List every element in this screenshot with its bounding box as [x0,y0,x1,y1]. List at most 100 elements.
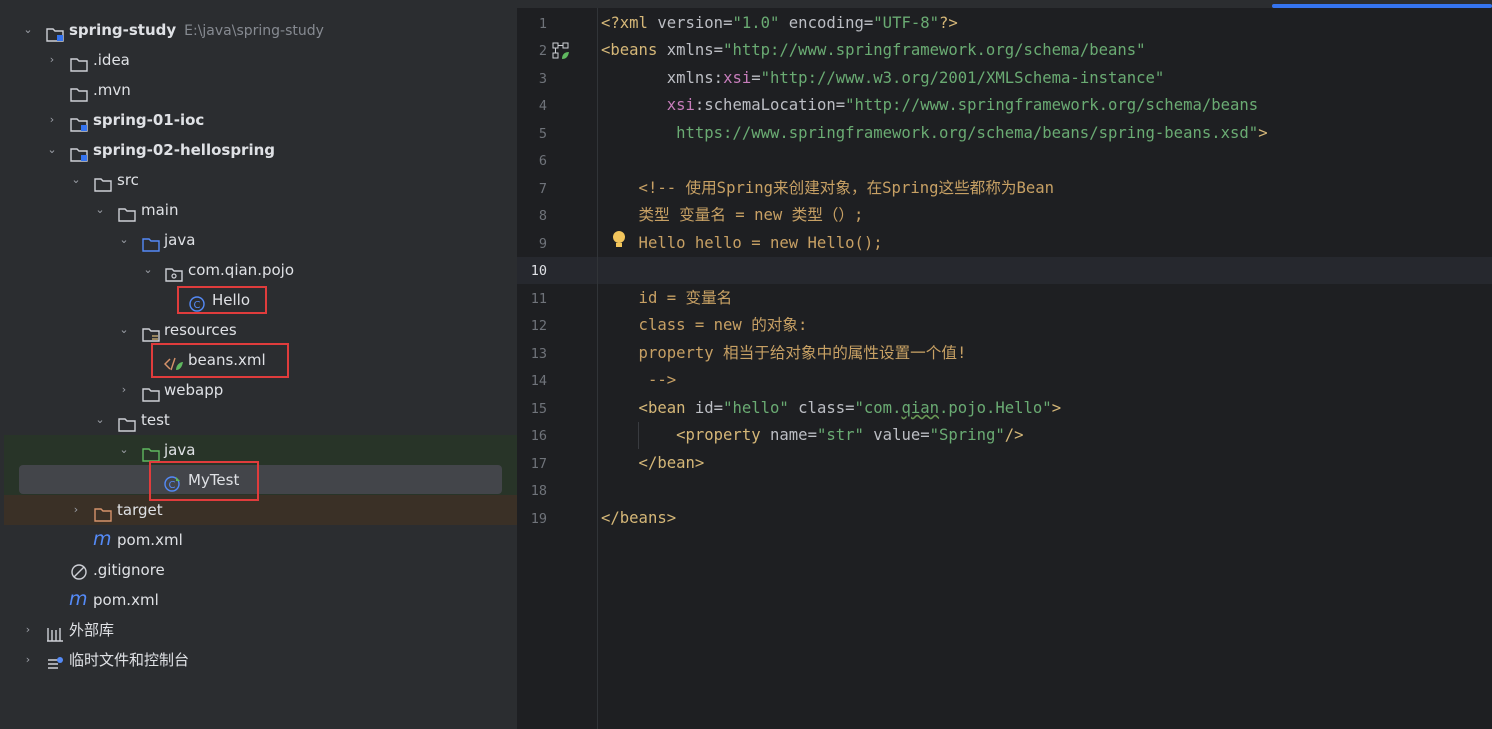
tree-item-label: 外部库 [69,621,115,639]
editor-gutter [517,8,598,729]
tree-item-scratches[interactable]: › 临时文件和控制台 [0,645,517,675]
tree-item-package[interactable]: ⌄ com.qian.pojo [0,255,517,285]
tree-item-label: .idea [93,51,130,69]
scratches-icon [46,652,64,669]
tree-item-mvn[interactable]: .mvn [0,75,517,105]
tree-item-gitignore[interactable]: .gitignore [0,555,517,585]
project-path: E:\java\spring-study [184,23,324,39]
chevron-right-icon[interactable]: › [46,105,58,135]
code-line-12: class = new 的对象: [601,316,808,334]
code-line-3: xmlns:xsi="http://www.w3.org/2001/XMLSch… [601,69,1165,87]
chevron-down-icon[interactable]: ⌄ [118,315,130,345]
line-number: 7 [538,181,547,197]
tree-item-label: spring-01-ioc [93,111,205,129]
module-folder-icon [46,22,64,42]
tree-item-pom-xml-root[interactable]: m pom.xml [0,585,517,615]
tree-item-webapp[interactable]: › webapp [0,375,517,405]
tree-item-main[interactable]: ⌄ main [0,195,517,225]
tree-item-label: main [141,201,179,219]
line-number: 12 [530,318,547,334]
tree-item-label: target [117,501,163,519]
test-source-folder-icon [142,442,160,462]
chevron-down-icon[interactable]: ⌄ [118,225,130,255]
chevron-right-icon[interactable]: › [22,645,34,675]
current-line-highlight [517,257,1492,284]
chevron-down-icon[interactable]: ⌄ [94,405,106,435]
tree-item-label: spring-02-hellospring [93,141,276,159]
tree-item-spring-02-hellospring[interactable]: ⌄ spring-02-hellospring [0,135,517,165]
tree-item-pom-xml-module[interactable]: m pom.xml [0,525,517,555]
tree-item-label: webapp [164,381,224,399]
maven-icon: m [93,528,112,550]
tree-item-external-libraries[interactable]: › 外部库 [0,615,517,645]
tree-item-target[interactable]: › target [0,495,517,525]
maven-icon: m [69,588,88,610]
code-line-9: Hello hello = new Hello(); [601,234,883,252]
folder-icon [118,202,136,222]
code-line-13: property 相当于给对象中的属性设置一个值! [601,344,967,362]
code-line-19: </beans> [601,509,677,527]
line-number: 14 [530,373,547,389]
tree-item-label: java [164,231,196,249]
folder-icon [118,412,136,432]
tree-item-label: spring-study [69,21,177,39]
folder-icon [142,382,160,402]
chevron-down-icon[interactable]: ⌄ [22,15,34,45]
code-line-5: https://www.springframework.org/schema/b… [601,124,1268,142]
line-number: 9 [538,236,547,252]
library-icon [46,622,64,642]
resources-folder-icon [142,322,160,342]
line-number: 16 [530,428,547,444]
chevron-right-icon[interactable]: › [22,615,34,645]
chevron-down-icon[interactable]: ⌄ [118,435,130,465]
code-line-15: <bean id="hello" class="com.qian.pojo.He… [601,399,1062,417]
line-number-current: 10 [530,263,547,279]
code-line-4: xsi:schemaLocation="http://www.springfra… [666,96,1259,114]
chevron-down-icon[interactable]: ⌄ [70,165,82,195]
tree-item-resources[interactable]: ⌄ resources [0,315,517,345]
folder-icon [70,52,88,72]
folder-icon [70,82,88,102]
spring-bean-gutter-icon[interactable] [552,42,570,64]
chevron-right-icon[interactable]: › [118,375,130,405]
highlight-box-hello [177,286,267,314]
tree-item-java-main[interactable]: ⌄ java [0,225,517,255]
tree-item-label: com.qian.pojo [188,261,295,279]
code-line-17: </bean> [601,454,705,472]
highlight-box-beans-xml [151,343,289,378]
tree-item-src[interactable]: ⌄ src [0,165,517,195]
tree-item-label: pom.xml [93,591,159,609]
code-editor[interactable]: 1 2 3 4 5 6 7 8 9 10 11 12 13 14 15 16 1… [517,0,1492,729]
chevron-right-icon[interactable]: › [70,495,82,525]
line-number: 15 [530,401,547,417]
tree-item-test[interactable]: ⌄ test [0,405,517,435]
chevron-down-icon[interactable]: ⌄ [94,195,106,225]
code-line-7: <!-- 使用Spring来创建对象，在Spring这些都称为Bean [601,179,1055,197]
chevron-down-icon[interactable]: ⌄ [142,255,154,285]
code-line-1: <?xml version="1.0" encoding="UTF-8"?> [601,14,958,32]
code-line-14: --> [601,371,677,389]
chevron-down-icon[interactable]: ⌄ [46,135,58,165]
line-number: 17 [530,456,547,472]
line-number: 19 [530,511,547,527]
tree-item-label: 临时文件和控制台 [69,651,190,669]
code-line-2: <beans xmlns="http://www.springframework… [601,41,1146,59]
tree-item-label: test [141,411,170,429]
project-tree-panel: ⌄ spring-study E:\java\spring-study › .id… [0,0,517,729]
line-number: 18 [530,483,547,499]
progress-indicator [1272,4,1492,8]
code-line-8: 类型 变量名 = new 类型（）; [601,206,864,224]
line-number: 13 [530,346,547,362]
tree-item-label: resources [164,321,237,339]
chevron-right-icon[interactable]: › [46,45,58,75]
line-number: 1 [538,16,547,32]
tree-item-label: .gitignore [93,561,165,579]
tree-item-spring-01-ioc[interactable]: › spring-01-ioc [0,105,517,135]
tree-item-spring-study[interactable]: ⌄ spring-study E:\java\spring-study [0,15,517,45]
module-folder-icon [70,142,88,162]
tree-item-label: pom.xml [117,531,183,549]
tree-item-label: src [117,171,139,189]
excluded-folder-icon [94,502,112,522]
line-number: 6 [538,153,547,169]
tree-item-idea[interactable]: › .idea [0,45,517,75]
